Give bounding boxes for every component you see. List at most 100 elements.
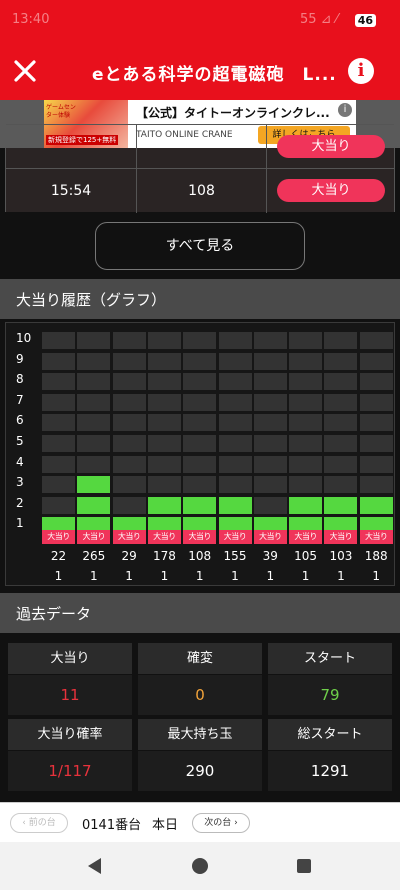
graph-y-label: 5: [16, 434, 24, 448]
graph-y-label: 4: [16, 454, 24, 469]
graph-count-label: 1: [301, 569, 310, 583]
stat-label: 大当り: [8, 643, 132, 674]
graph-empty-cell: [147, 352, 181, 370]
graph-empty-cell: [112, 332, 146, 349]
graph-hit-tag: 大当り: [218, 530, 252, 544]
graph-y-label: 2: [16, 495, 24, 510]
stat-box: 確変 0: [138, 643, 262, 717]
next-machine-button[interactable]: 次の台 ›: [192, 813, 250, 833]
stat-label: 総スタート: [268, 719, 392, 750]
stat-value: 1291: [268, 751, 392, 791]
recent-apps-icon[interactable]: [297, 859, 311, 873]
graph-empty-cell: [183, 476, 217, 494]
graph-count-label: 1: [89, 569, 98, 583]
graph-bar-segment: [289, 496, 323, 514]
info-icon[interactable]: i: [348, 58, 374, 84]
status-indicators: 55 ⊿ ⁄: [300, 12, 338, 27]
graph-empty-cell: [147, 476, 181, 494]
graph-bar-segment: [147, 496, 181, 514]
graph-empty-cell: [253, 332, 287, 349]
graph-empty-cell: [147, 332, 181, 349]
graph-empty-cell: [324, 414, 358, 432]
graph-empty-cell: [324, 332, 358, 349]
status-time: 13:40: [12, 12, 50, 27]
graph-games-label: 265: [82, 549, 106, 563]
graph-empty-cell: [183, 352, 217, 370]
graph-count-label: 1: [160, 569, 169, 583]
graph-games-label: 155: [223, 549, 247, 563]
table-row: 15:54 108 大当り: [6, 168, 394, 213]
stat-label: 大当り確率: [8, 719, 132, 750]
graph-hit-tag: 大当り: [112, 530, 146, 544]
graph-empty-cell: [359, 476, 393, 494]
system-nav-bar: [0, 842, 400, 890]
stat-value: 0: [138, 675, 262, 715]
table-row: 大当り: [6, 124, 394, 169]
graph-empty-cell: [112, 435, 146, 452]
app-header: eとある科学の超電磁砲 L... i: [0, 44, 400, 100]
graph-empty-cell: [77, 393, 111, 411]
ad-thumb-caption: ゲームセンター体験: [46, 104, 76, 119]
past-data-panel: 大当り 11 確変 0 スタート 79 大当り確率 1/117 最大持ち玉 290 総スタート 129…: [5, 640, 395, 792]
graph-games-label: 188: [364, 549, 388, 563]
graph-empty-cell: [112, 373, 146, 391]
graph-empty-cell: [42, 393, 75, 411]
graph-empty-cell: [289, 393, 323, 411]
graph-hit-tag: 大当り: [183, 530, 217, 544]
graph-empty-cell: [42, 435, 75, 452]
graph-games-label: 39: [262, 549, 278, 563]
graph-empty-cell: [359, 352, 393, 370]
graph-y-label: 8: [16, 372, 24, 387]
prev-machine-button[interactable]: ‹ 前の台: [10, 813, 68, 833]
graph-bar-segment: [359, 496, 393, 514]
machine-nav-bar: ‹ 前の台 0141番台 本日 次の台 ›: [0, 802, 400, 842]
graph-hit-tag: 大当り: [324, 530, 358, 544]
graph-hit-tag: 大当り: [359, 530, 393, 544]
graph-empty-cell: [289, 373, 323, 391]
graph-empty-cell: [147, 393, 181, 411]
graph-empty-cell: [359, 373, 393, 391]
stat-box: 総スタート 1291: [268, 719, 392, 793]
graph-count-label: 1: [195, 569, 204, 583]
graph-empty-cell: [324, 476, 358, 494]
graph-empty-cell: [42, 352, 75, 370]
graph-empty-cell: [253, 496, 287, 514]
hit-badge: 大当り: [277, 179, 385, 202]
status-bar: 13:40 55 ⊿ ⁄ 46: [0, 0, 400, 44]
stat-label: 最大持ち玉: [138, 719, 262, 750]
graph-empty-cell: [324, 352, 358, 370]
graph-empty-cell: [112, 393, 146, 411]
graph-games-label: 103: [329, 549, 353, 563]
show-all-button[interactable]: すべて見る: [95, 222, 305, 270]
graph-empty-cell: [42, 476, 75, 494]
graph-games-label: 22: [50, 549, 67, 563]
graph-y-label: 3: [16, 475, 24, 490]
stat-label: スタート: [268, 643, 392, 674]
graph-y-label: 9: [16, 351, 24, 366]
graph-empty-cell: [147, 455, 181, 473]
graph-empty-cell: [253, 393, 287, 411]
graph-empty-cell: [289, 476, 323, 494]
ad-info-icon[interactable]: i: [338, 103, 352, 117]
back-icon[interactable]: [88, 858, 101, 874]
section-title: 過去データ: [16, 605, 92, 623]
graph-empty-cell: [218, 352, 252, 370]
close-icon[interactable]: [12, 58, 38, 84]
graph-empty-cell: [112, 455, 146, 473]
graph-empty-cell: [42, 414, 75, 432]
graph-empty-cell: [77, 455, 111, 473]
graph-hit-tag: 大当り: [147, 530, 181, 544]
stat-value: 290: [138, 751, 262, 791]
graph-hit-tag: 大当り: [42, 530, 75, 544]
graph-count-label: 1: [266, 569, 275, 583]
graph-empty-cell: [218, 393, 252, 411]
graph-empty-cell: [218, 476, 252, 494]
graph-empty-cell: [183, 435, 217, 452]
graph-empty-cell: [253, 435, 287, 452]
graph-empty-cell: [253, 373, 287, 391]
graph-empty-cell: [183, 332, 217, 349]
graph-empty-cell: [218, 414, 252, 432]
graph-empty-cell: [77, 332, 111, 349]
stat-value: 1/117: [8, 751, 132, 791]
home-icon[interactable]: [192, 858, 208, 874]
